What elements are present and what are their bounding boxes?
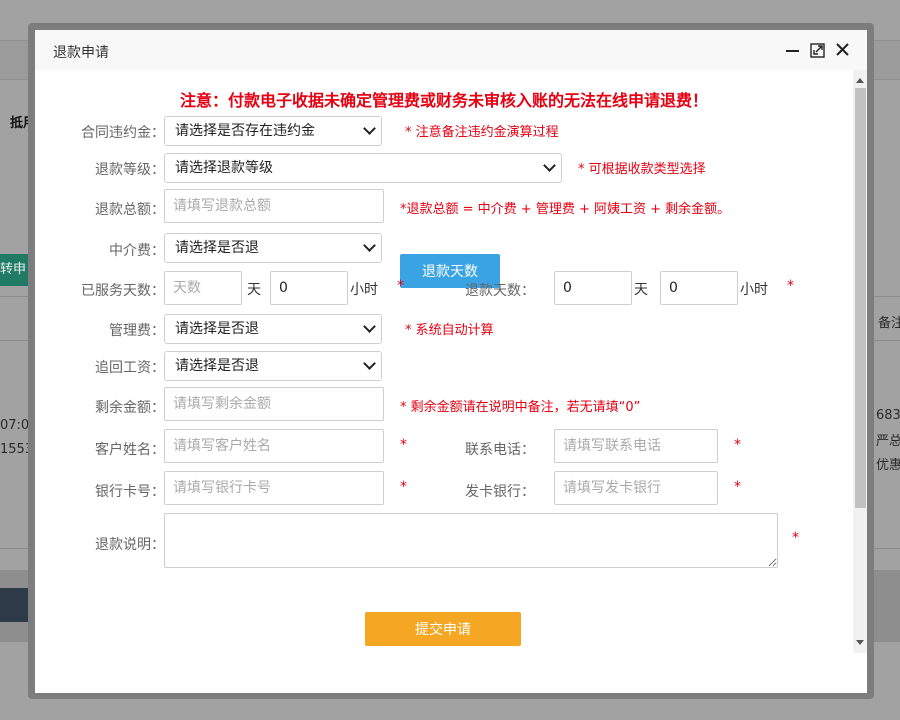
refund-level-label: 退款等级：: [95, 162, 165, 178]
issuing-bank-label: 发卡银行：: [465, 484, 535, 500]
management-fee-select[interactable]: 请选择是否退: [164, 314, 382, 344]
maximize-icon[interactable]: [809, 41, 827, 59]
scroll-up-icon[interactable]: [856, 78, 864, 83]
agency-fee-select[interactable]: 请选择是否退: [164, 233, 382, 263]
chevron-down-icon: [363, 239, 376, 252]
contract-penalty-label: 合同违约金：: [81, 125, 165, 141]
refund-hours-input[interactable]: [660, 271, 738, 305]
served-hours-input[interactable]: [270, 271, 348, 305]
recover-wage-select[interactable]: 请选择是否退: [164, 351, 382, 381]
background-text: 严总: [876, 434, 900, 449]
dialog-title: 退款申请: [53, 45, 109, 61]
bank-card-input[interactable]: [164, 471, 384, 505]
phone-required-star: *: [734, 437, 741, 453]
refund-days-input[interactable]: [554, 271, 632, 305]
remaining-amount-input[interactable]: [164, 387, 384, 421]
refund-level-hint: * 可根据收款类型选择: [578, 162, 706, 177]
chevron-down-icon: [363, 122, 376, 135]
refund-notice: 注意：付款电子收据未确定管理费或财务未审核入账的无法在线申请退费！: [179, 91, 708, 110]
agency-fee-label: 中介费：: [109, 243, 165, 259]
remaining-amount-label: 剩余金额：: [95, 400, 165, 416]
recover-wage-label: 追回工资：: [95, 360, 165, 376]
bank-card-required-star: *: [400, 479, 407, 495]
contract-penalty-select[interactable]: 请选择是否存在违约金: [164, 116, 382, 146]
issuing-bank-input[interactable]: [554, 471, 718, 505]
dialog-window: 退款申请 注意：付款电子收据未确定管理费或财务未审核入账的无法在线申请退费！ 合…: [35, 30, 867, 693]
scrollbar-thumb[interactable]: [855, 88, 866, 508]
background-text: 备注: [878, 316, 900, 331]
customer-name-required-star: *: [400, 437, 407, 453]
refund-note-label: 退款说明：: [95, 537, 165, 553]
chevron-down-icon: [363, 320, 376, 333]
customer-name-input[interactable]: [164, 429, 384, 463]
served-hours-unit: 小时: [350, 282, 378, 298]
served-days-input[interactable]: [164, 271, 242, 305]
contract-penalty-hint: * 注意备注违约金演算过程: [405, 125, 559, 140]
served-days-required-star: *: [397, 278, 404, 294]
management-fee-hint: * 系统自动计算: [405, 323, 494, 338]
refund-days-required-star: *: [787, 278, 794, 294]
refund-note-textarea[interactable]: [164, 513, 778, 568]
background-text: 优惠: [876, 458, 900, 473]
remaining-amount-hint: * 剩余金额请在说明中备注，若无请填“0”: [400, 400, 641, 415]
phone-label: 联系电话：: [465, 442, 535, 458]
phone-input[interactable]: [554, 429, 718, 463]
refund-note-required-star: *: [792, 530, 799, 546]
chevron-down-icon: [543, 159, 556, 172]
refund-total-input[interactable]: [164, 189, 384, 223]
refund-days-label: 退款天数：: [465, 283, 535, 299]
customer-name-label: 客户姓名：: [95, 442, 165, 458]
refund-dialog: 退款申请 注意：付款电子收据未确定管理费或财务未审核入账的无法在线申请退费！ 合…: [28, 23, 874, 699]
background-text: 6837: [876, 408, 900, 423]
served-days-unit: 天: [247, 282, 261, 298]
scroll-down-icon[interactable]: [856, 640, 864, 645]
close-icon[interactable]: [834, 41, 852, 59]
refund-total-hint: *退款总额 = 中介费 + 管理费 + 阿姨工资 + 剩余金额。: [400, 202, 731, 217]
dialog-scrollbar[interactable]: [853, 70, 867, 653]
bank-card-label: 银行卡号：: [95, 484, 165, 500]
chevron-down-icon: [363, 357, 376, 370]
refund-days-unit: 天: [634, 282, 648, 298]
management-fee-label: 管理费：: [109, 323, 165, 339]
refund-hours-unit: 小时: [740, 282, 768, 298]
issuing-bank-required-star: *: [734, 479, 741, 495]
dialog-titlebar[interactable]: 退款申请: [35, 30, 867, 70]
submit-button[interactable]: 提交申请: [365, 612, 521, 646]
minimize-icon[interactable]: [784, 41, 802, 59]
dialog-content: 注意：付款电子收据未确定管理费或财务未审核入账的无法在线申请退费！ 合同违约金：…: [35, 70, 853, 653]
refund-total-label: 退款总额：: [95, 202, 165, 218]
served-days-label: 已服务天数：: [81, 283, 165, 299]
refund-level-select[interactable]: 请选择退款等级: [164, 153, 562, 183]
